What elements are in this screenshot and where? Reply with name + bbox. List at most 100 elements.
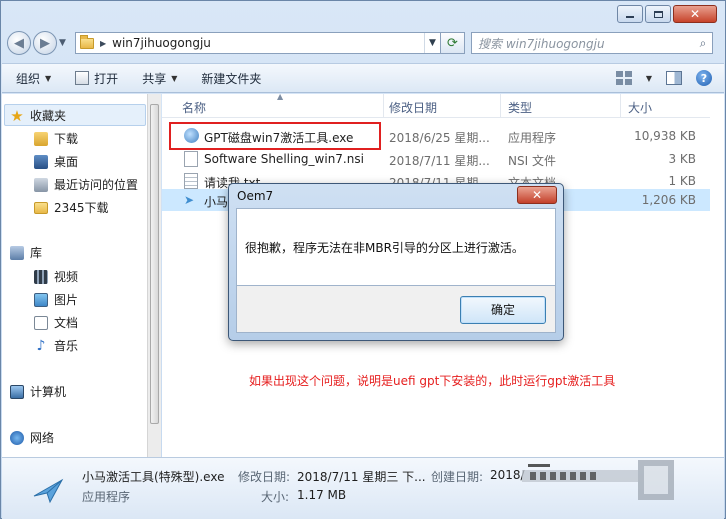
close-icon: ✕ — [689, 7, 701, 21]
video-icon — [34, 269, 48, 284]
column-divider[interactable] — [620, 94, 621, 118]
search-placeholder: 搜索 win7jihuogongju — [478, 36, 605, 51]
preview-pane-icon[interactable] — [666, 71, 682, 85]
navigation-scrollbar[interactable] — [147, 94, 161, 457]
close-icon: ✕ — [531, 188, 543, 202]
folder-icon — [80, 34, 94, 49]
folder-icon — [34, 201, 48, 214]
open-icon — [75, 71, 90, 85]
details-modified-value: 2018/7/11 星期三 下... — [297, 470, 426, 484]
sidebar-item-label: 图片 — [54, 293, 79, 307]
organize-button[interactable]: 组织 ▼ — [16, 70, 51, 87]
share-button[interactable]: 共享 ▼ — [142, 70, 177, 87]
file-type: 应用程序 — [508, 131, 557, 145]
sidebar-item-pictures[interactable]: 图片 — [34, 291, 78, 308]
caption-buttons: ✕ — [617, 5, 717, 23]
minimize-button[interactable] — [617, 5, 643, 23]
help-icon[interactable]: ? — [696, 70, 712, 86]
sidebar-item-label: 音乐 — [54, 339, 79, 353]
recent-places-icon — [34, 177, 48, 192]
maximize-icon — [653, 10, 663, 18]
sidebar-item-music[interactable]: ♪ 音乐 — [34, 337, 78, 354]
address-bar[interactable]: ▶ win7jihuogongju ▼ — [75, 32, 441, 54]
back-arrow-icon: ◀ — [14, 35, 24, 51]
ok-button[interactable]: 确定 — [460, 296, 546, 324]
new-folder-button[interactable]: 新建文件夹 — [201, 70, 261, 87]
open-label: 打开 — [94, 71, 119, 86]
bird-app-icon: ➤ — [184, 193, 195, 207]
column-header-row: ▲ 名称 修改日期 类型 大小 — [162, 92, 712, 118]
nsi-file-icon — [184, 151, 198, 167]
file-name: Software Shelling_win7.nsi — [204, 152, 364, 166]
back-button[interactable]: ◀ — [7, 31, 31, 55]
dialog-close-button[interactable]: ✕ — [517, 186, 557, 204]
dialog-message: 很抱歉，程序无法在非MBR引导的分区上进行激活。 — [245, 241, 524, 255]
search-input[interactable]: 搜索 win7jihuogongju ⌕ — [471, 32, 713, 54]
star-icon: ★ — [10, 106, 24, 125]
sidebar-item-label: 文档 — [54, 316, 79, 330]
address-path[interactable]: win7jihuogongju — [112, 36, 418, 50]
sidebar-item-libraries[interactable]: 库 — [10, 244, 42, 261]
file-size: 3 KB — [668, 152, 696, 166]
column-header-name[interactable]: 名称 — [182, 99, 206, 116]
sidebar-item-videos[interactable]: 视频 — [34, 268, 78, 285]
details-file-name: 小马激活工具(特殊型).exe — [82, 470, 225, 484]
sidebar-item-label: 视频 — [54, 270, 79, 284]
column-divider[interactable] — [500, 94, 501, 118]
sidebar-item-documents[interactable]: 文档 — [34, 314, 78, 331]
maximize-button[interactable] — [645, 5, 671, 23]
details-file-type: 应用程序 — [82, 490, 131, 504]
sidebar-item-network[interactable]: 网络 — [10, 429, 54, 446]
error-dialog: Oem7 ✕ 很抱歉，程序无法在非MBR引导的分区上进行激活。 确定 — [228, 183, 564, 341]
organize-label: 组织 — [16, 71, 41, 86]
address-dropdown[interactable]: ▼ — [424, 33, 440, 53]
forward-button[interactable]: ▶ — [33, 31, 57, 55]
change-view-icon[interactable] — [615, 71, 632, 85]
command-bar: 组织 ▼ 打开 共享 ▼ 新建文件夹 ▼ ? — [2, 63, 724, 93]
details-modified-label: 修改日期: — [238, 470, 291, 484]
sidebar-item-computer[interactable]: 计算机 — [10, 383, 66, 400]
network-icon — [10, 430, 24, 445]
refresh-icon: ⟳ — [447, 35, 458, 51]
navigation-pane: ★ 收藏夹 下载 桌面 最近访问的位置 2345下载 库 视频 图片 文档 ♪ … — [2, 94, 148, 457]
file-list-scrollbar[interactable] — [710, 94, 724, 457]
sidebar-item-recent[interactable]: 最近访问的位置 — [34, 176, 138, 193]
forward-arrow-icon: ▶ — [40, 35, 50, 51]
sidebar-item-label: 2345下载 — [54, 201, 109, 215]
library-icon — [10, 245, 24, 260]
chevron-down-icon: ▼ — [45, 73, 52, 83]
open-button[interactable]: 打开 — [75, 70, 118, 87]
column-divider[interactable] — [383, 94, 384, 118]
file-name: 小马 — [204, 195, 229, 209]
breadcrumb-arrow-icon[interactable]: ▶ — [100, 39, 106, 48]
sidebar-item-favorites[interactable]: ★ 收藏夹 — [10, 107, 66, 124]
sidebar-item-label: 库 — [30, 246, 43, 260]
details-size-value: 1.17 MB — [297, 488, 347, 502]
site-watermark-logo — [522, 460, 674, 500]
table-row[interactable]: Software Shelling_win7.nsi 2018/7/11 星期.… — [162, 148, 712, 170]
search-icon[interactable]: ⌕ — [694, 36, 712, 51]
view-options-dropdown-icon[interactable]: ▼ — [646, 74, 652, 83]
new-folder-label: 新建文件夹 — [201, 71, 262, 86]
sidebar-item-label: 最近访问的位置 — [54, 178, 139, 192]
share-label: 共享 — [142, 71, 167, 86]
sidebar-item-label: 收藏夹 — [30, 109, 67, 123]
file-date: 2018/6/25 星期... — [389, 131, 490, 145]
documents-icon — [34, 315, 48, 330]
file-date: 2018/7/11 星期... — [389, 154, 490, 168]
dialog-title: Oem7 — [237, 189, 274, 203]
details-created-label: 创建日期: — [431, 470, 484, 484]
details-size-label: 大小: — [261, 490, 290, 504]
column-header-type[interactable]: 类型 — [508, 99, 532, 116]
refresh-button[interactable]: ⟳ — [441, 32, 465, 54]
sidebar-item-downloads[interactable]: 下载 — [34, 130, 78, 147]
pictures-icon — [34, 292, 48, 307]
recent-pages-dropdown[interactable]: ▼ — [59, 38, 71, 48]
chevron-down-icon: ▼ — [171, 73, 178, 83]
close-button[interactable]: ✕ — [673, 5, 717, 23]
column-header-date[interactable]: 修改日期 — [389, 99, 437, 116]
column-header-size[interactable]: 大小 — [628, 99, 652, 116]
sidebar-item-desktop[interactable]: 桌面 — [34, 153, 78, 170]
sidebar-item-2345-downloads[interactable]: 2345下载 — [34, 199, 109, 216]
scrollbar-thumb[interactable] — [150, 104, 159, 424]
